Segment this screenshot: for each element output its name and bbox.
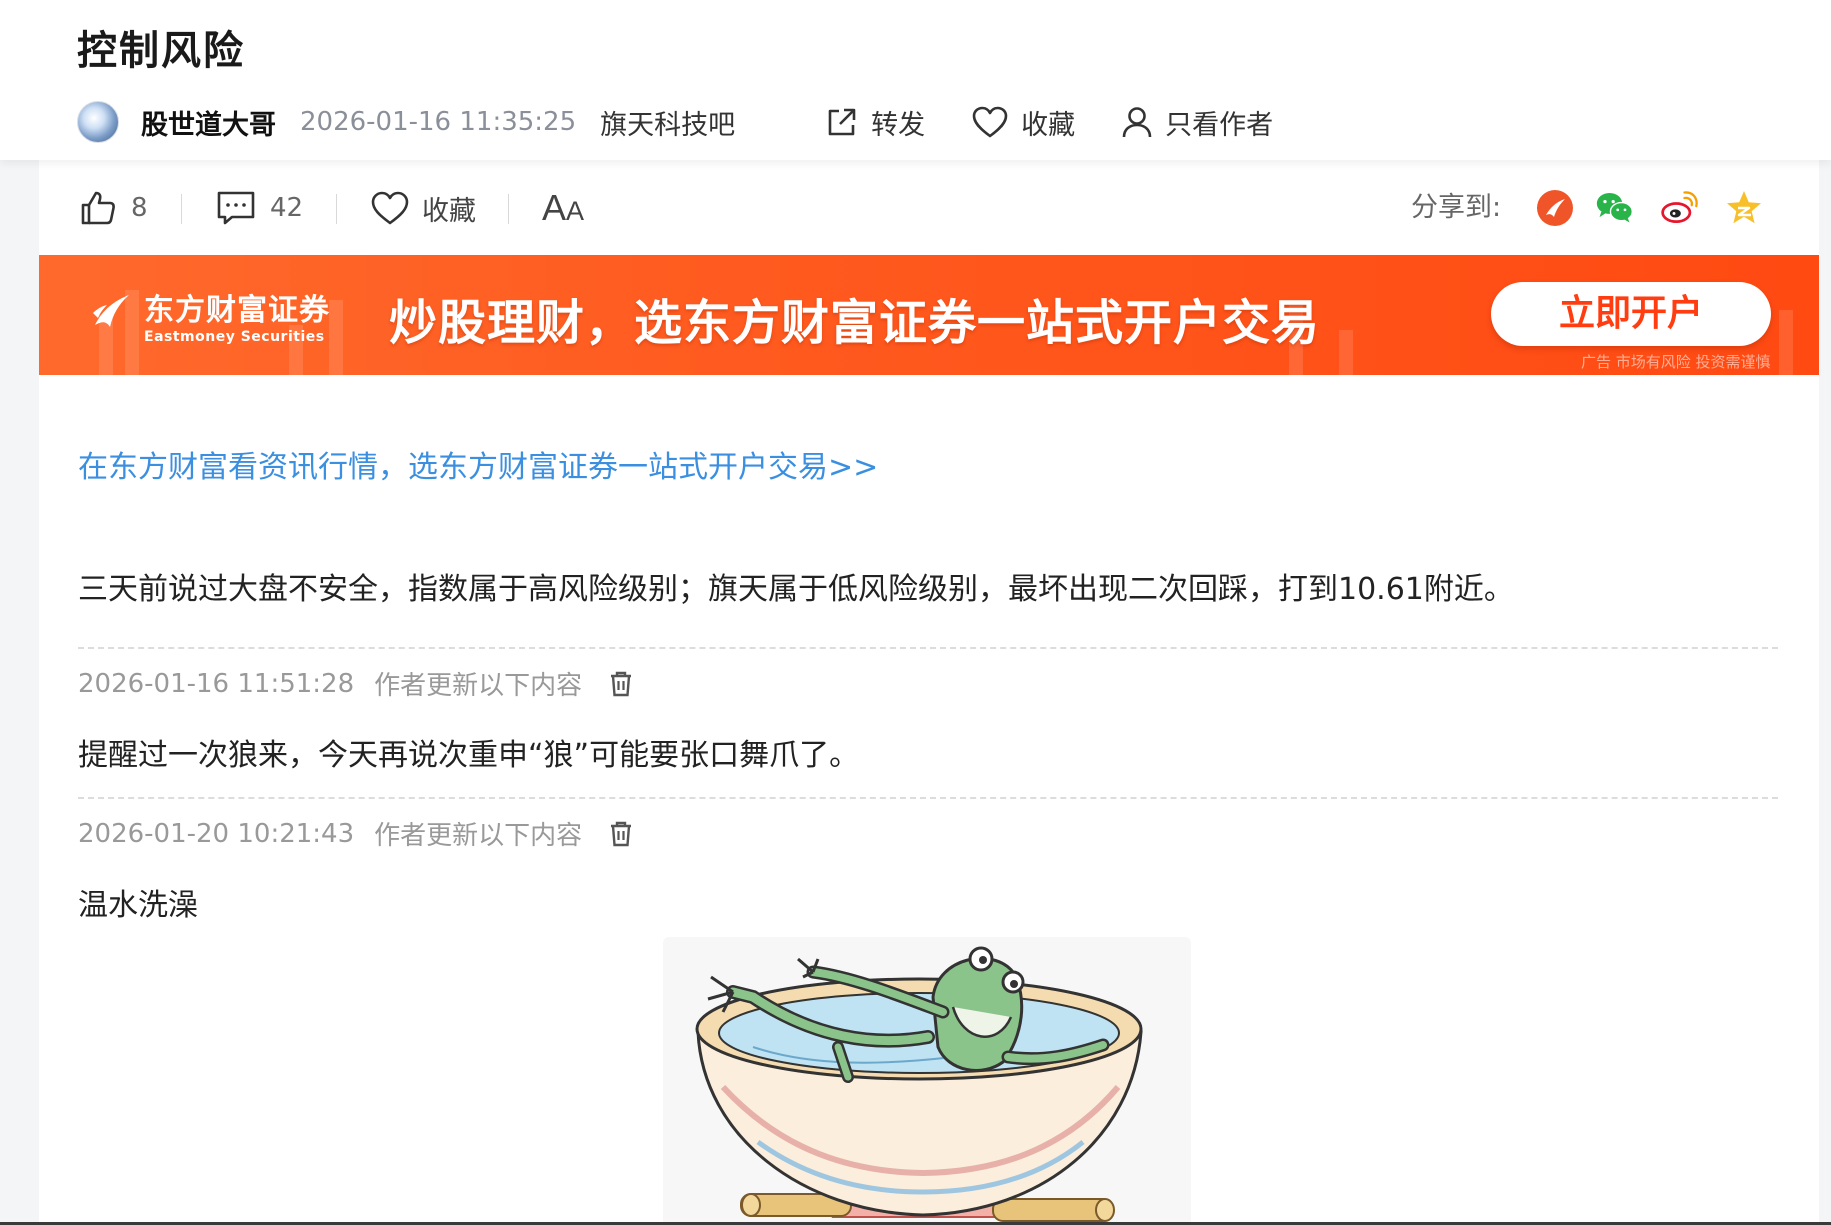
candle-decoration	[1779, 310, 1793, 375]
ad-brand-en: Eastmoney Securities	[144, 329, 325, 345]
favorite-label: 收藏	[1021, 109, 1076, 141]
ad-banner[interactable]: 东方财富证券 Eastmoney Securities 炒股理财，选东方财富证券…	[39, 255, 1819, 375]
post-card: 8 42 收藏 AA 分享到: 东方财富证券 Eastmoney Securit…	[39, 160, 1819, 1225]
ad-disclaimer: 广告 市场有风险 投资需谨慎	[1581, 353, 1771, 371]
update-divider	[78, 797, 1778, 799]
candle-decoration	[329, 300, 343, 375]
open-account-button[interactable]: 立即开户	[1491, 282, 1771, 346]
bar-link[interactable]: 旗天科技吧	[600, 103, 735, 142]
update-text: 提醒过一次狼来，今天再说次重申“狼”可能要张口舞爪了。	[78, 738, 860, 773]
eastmoney-icon[interactable]	[1535, 188, 1575, 228]
author-only-button[interactable]: 只看作者	[1121, 103, 1273, 142]
author-name[interactable]: 股世道大哥	[141, 103, 276, 142]
heart-icon	[972, 106, 1008, 138]
favorite-button[interactable]: 收藏	[971, 103, 1075, 142]
post-meta: 股世道大哥 2026-01-16 11:35:25 旗天科技吧 转发 收藏 只看…	[77, 100, 1319, 144]
toolbar-favorite-button[interactable]: 收藏	[370, 182, 476, 234]
weibo-icon[interactable]	[1659, 188, 1699, 228]
font-size-button[interactable]: AA	[542, 182, 584, 234]
update-label: 作者更新以下内容	[374, 821, 583, 851]
post-image[interactable]	[663, 937, 1191, 1225]
share-label: 分享到:	[1411, 192, 1502, 223]
font-size-icon: AA	[542, 187, 585, 228]
ad-brand: 东方财富证券	[144, 293, 330, 328]
wechat-icon[interactable]	[1595, 188, 1635, 228]
eastmoney-logo-icon	[93, 295, 129, 327]
update-time: 2026-01-16 11:51:28	[78, 668, 355, 699]
toolbar-favorite-label: 收藏	[422, 195, 476, 227]
avatar[interactable]	[77, 101, 119, 143]
post-time: 2026-01-16 11:35:25	[300, 107, 577, 137]
trash-icon[interactable]	[608, 670, 634, 698]
share-out-icon	[828, 108, 856, 136]
ad-slogan: 炒股理财，选东方财富证券一站式开户交易	[389, 295, 1321, 351]
user-icon	[1122, 107, 1152, 138]
heart-icon	[371, 191, 409, 225]
candle-decoration	[1339, 330, 1353, 375]
like-count: 8	[131, 193, 148, 223]
promo-link[interactable]: 在东方财富看资讯行情，选东方财富证券一站式开户交易>>	[78, 442, 878, 486]
author-only-label: 只看作者	[1165, 109, 1274, 141]
forward-label: 转发	[871, 109, 926, 141]
update-header: 2026-01-16 11:51:28 作者更新以下内容	[78, 665, 634, 702]
trash-icon[interactable]	[608, 820, 634, 848]
toolbar-divider	[181, 194, 182, 224]
update-divider	[78, 647, 1778, 649]
thumbs-up-icon	[81, 191, 115, 225]
update-header: 2026-01-20 10:21:43 作者更新以下内容	[78, 815, 634, 852]
post-title: 控制风险	[77, 28, 245, 74]
toolbar-divider	[508, 194, 509, 224]
like-button[interactable]: 8	[79, 182, 148, 234]
forward-button[interactable]: 转发	[825, 103, 925, 142]
frog-bath-illustration	[695, 946, 1143, 1222]
post-toolbar: 8 42 收藏 AA 分享到:	[39, 182, 1819, 234]
toolbar-divider	[336, 194, 337, 224]
post-header: 控制风险 股世道大哥 2026-01-16 11:35:25 旗天科技吧 转发 …	[0, 0, 1831, 160]
update-text: 温水洗澡	[78, 888, 198, 923]
update-time: 2026-01-20 10:21:43	[78, 818, 355, 849]
post-paragraph: 三天前说过大盘不安全，指数属于高风险级别；旗天属于低风险级别，最坏出现二次回踩，…	[78, 572, 1514, 607]
comment-button[interactable]: 42	[216, 182, 303, 234]
qzone-icon[interactable]	[1724, 188, 1764, 228]
comment-count: 42	[270, 193, 304, 223]
update-label: 作者更新以下内容	[374, 671, 583, 701]
comment-icon	[217, 191, 255, 225]
